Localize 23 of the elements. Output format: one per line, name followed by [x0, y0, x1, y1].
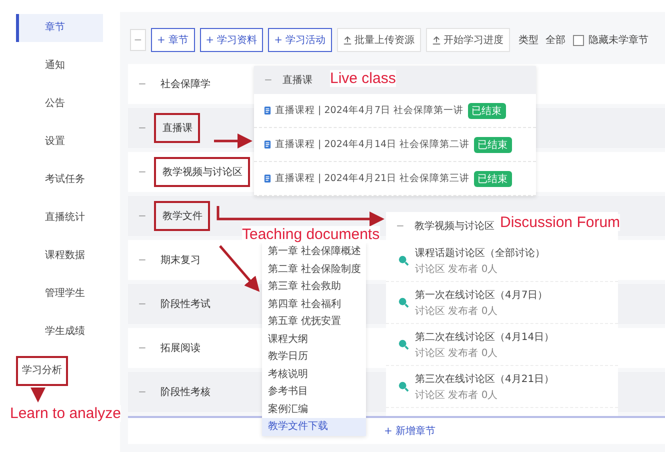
annotation-label: Discussion Forum	[500, 214, 620, 231]
discussion-meta: 讨论区 发布者 0人	[415, 262, 499, 276]
discussion-meta: 讨论区 发布者 0人	[415, 388, 499, 402]
chapter-title: 期末复习	[159, 254, 202, 268]
annotation-label: Teaching documents	[242, 226, 380, 243]
checkbox-label: 隐藏未学章节	[588, 34, 649, 47]
chapter-title: 阶段性考核	[159, 386, 212, 400]
panel-header: 直播课	[282, 74, 312, 87]
chapter-title: 阶段性考试	[159, 298, 212, 312]
status-tag: 已结束	[474, 136, 512, 152]
chapter-title: 直播课	[154, 113, 200, 143]
chapter-title: 社会保障学	[159, 78, 212, 92]
discussion-meta: 讨论区 发布者 0人	[415, 346, 499, 360]
chapter-title: 教学文件	[154, 201, 210, 231]
status-tag: 已结束	[474, 170, 512, 186]
annotation-label: Live class	[330, 70, 396, 87]
filter-label: 类型	[518, 34, 539, 47]
chapter-title: 教学视频与讨论区	[154, 157, 250, 187]
panel-header: 教学视频与讨论区	[414, 220, 494, 233]
chapter-title: 拓展阅读	[159, 342, 202, 356]
annotation-label: Learn to analyze	[10, 405, 121, 422]
discussion-meta: 讨论区 发布者 0人	[415, 304, 499, 318]
status-tag: 已结束	[468, 102, 506, 118]
